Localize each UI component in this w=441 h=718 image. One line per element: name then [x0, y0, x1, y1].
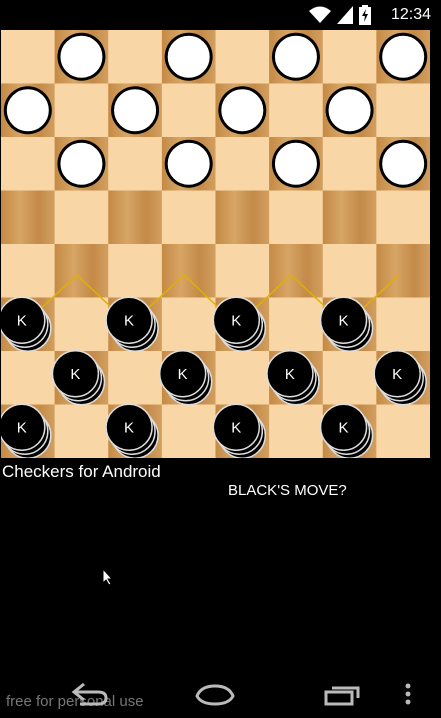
board-square[interactable]: [376, 83, 430, 138]
white-checker-piece[interactable]: [325, 86, 374, 135]
board-square[interactable]: [54, 190, 109, 245]
board-square[interactable]: [54, 297, 109, 352]
status-time: 12:34: [390, 6, 431, 23]
board-square[interactable]: [108, 30, 163, 84]
board-square[interactable]: [215, 244, 270, 298]
board-square[interactable]: [108, 137, 163, 191]
board-square[interactable]: [269, 404, 324, 459]
board-square[interactable]: [161, 404, 216, 459]
white-checker-piece[interactable]: [379, 32, 428, 81]
mouse-cursor-icon: [102, 568, 114, 586]
board-square[interactable]: [1, 190, 56, 245]
king-label: K: [17, 312, 27, 329]
board-square[interactable]: [215, 190, 270, 245]
board-square[interactable]: [1, 244, 56, 298]
board-square[interactable]: [108, 190, 163, 245]
board-square[interactable]: [376, 190, 430, 245]
white-checker-piece[interactable]: [111, 86, 160, 135]
board-square[interactable]: [54, 404, 109, 459]
board-square[interactable]: [161, 244, 216, 298]
board-square[interactable]: [54, 244, 109, 298]
board-square[interactable]: [322, 137, 377, 191]
king-label: K: [124, 419, 134, 436]
king-label: K: [124, 312, 134, 329]
board-square[interactable]: [54, 83, 109, 138]
status-bar: 12:34: [0, 0, 441, 30]
king-label: K: [339, 312, 349, 329]
white-checker-piece[interactable]: [57, 32, 106, 81]
checkers-board[interactable]: K K K K K K K K K K K K: [1, 30, 430, 458]
board-square[interactable]: [376, 404, 430, 459]
board-canvas[interactable]: K K K K K K K K K K K K: [1, 30, 430, 458]
board-square[interactable]: [108, 244, 163, 298]
recent-apps-icon[interactable]: [322, 678, 362, 708]
board-square[interactable]: [269, 297, 324, 352]
board-square[interactable]: [1, 137, 56, 191]
back-icon[interactable]: [70, 678, 110, 708]
board-square[interactable]: [269, 83, 324, 138]
king-label: K: [231, 419, 241, 436]
king-label: K: [178, 366, 188, 383]
white-checker-piece[interactable]: [218, 86, 267, 135]
board-square[interactable]: [322, 351, 377, 405]
battery-charging-icon: [359, 5, 371, 25]
board-square[interactable]: [322, 244, 377, 298]
board-square[interactable]: [269, 244, 324, 298]
board-square[interactable]: [269, 190, 324, 245]
board-square[interactable]: [215, 137, 270, 191]
white-checker-piece[interactable]: [164, 139, 213, 188]
board-square[interactable]: [161, 297, 216, 352]
king-label: K: [70, 366, 80, 383]
white-checker-piece[interactable]: [379, 139, 428, 188]
white-checker-piece[interactable]: [57, 139, 106, 188]
home-icon[interactable]: [193, 678, 237, 708]
board-square[interactable]: [108, 351, 163, 405]
board-square[interactable]: [215, 30, 270, 84]
navigation-bar: [0, 672, 441, 718]
king-label: K: [392, 366, 402, 383]
king-label: K: [339, 419, 349, 436]
board-square[interactable]: [215, 351, 270, 405]
board-square[interactable]: [1, 30, 56, 84]
overflow-menu-icon[interactable]: [403, 678, 413, 708]
king-label: K: [17, 419, 27, 436]
status-icons: [309, 5, 371, 25]
white-checker-piece[interactable]: [3, 86, 52, 135]
signal-icon: [337, 6, 353, 24]
board-square[interactable]: [376, 244, 430, 298]
king-label: K: [285, 366, 295, 383]
board-square[interactable]: [322, 30, 377, 84]
board-square[interactable]: [161, 83, 216, 138]
board-square[interactable]: [322, 190, 377, 245]
app-title: Checkers for Android: [2, 462, 161, 481]
move-status: BLACK'S MOVE?: [228, 482, 347, 499]
white-checker-piece[interactable]: [271, 139, 320, 188]
king-label: K: [231, 312, 241, 329]
board-square[interactable]: [376, 297, 430, 352]
board-square[interactable]: [1, 351, 56, 405]
wifi-icon: [309, 6, 331, 23]
white-checker-piece[interactable]: [164, 32, 213, 81]
board-square[interactable]: [161, 190, 216, 245]
white-checker-piece[interactable]: [271, 32, 320, 81]
